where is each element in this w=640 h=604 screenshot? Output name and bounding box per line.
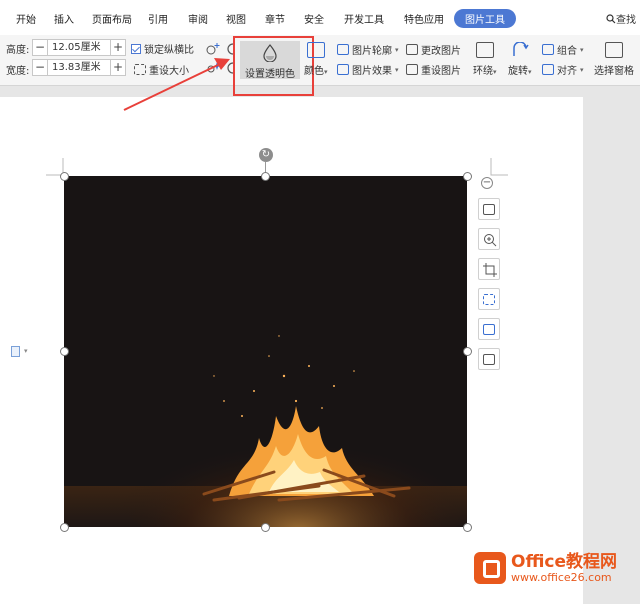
search-label: 查找 [616,15,636,26]
picture-ocr-icon [483,294,495,305]
tab-review[interactable]: 审阅 [188,11,208,26]
outline-icon [337,44,349,55]
width-label: 宽度: [6,66,30,77]
rotate-icon [513,42,529,56]
reset-size-label: 重设大小 [149,66,189,77]
tab-insert[interactable]: 插入 [54,11,74,26]
resize-handle-right[interactable] [463,347,472,356]
reset-size-button[interactable]: 重设大小 [134,62,189,77]
collapse-toolbar-button[interactable]: − [481,177,493,189]
picture-settings-icon [483,354,495,365]
layout-options-icon [483,204,495,215]
zoom-picture-button[interactable] [478,228,500,250]
search-button[interactable]: 查找 [606,11,636,26]
group-icon [542,44,554,55]
resize-handle-top-right[interactable] [463,172,472,181]
campfire-photo[interactable] [64,176,467,527]
checkbox-checked-icon [131,43,141,54]
search-icon [606,14,616,24]
selection-pane-label: 选择窗格 [594,66,634,77]
menu-bar: 开始 插入 页面布局 引用 审阅 视图 章节 安全 开发工具 特色应用 图片工具… [0,0,640,35]
picture-outline-label: 图片轮廓 [352,46,392,57]
rotate-handle[interactable]: ↻ [259,148,273,162]
tab-features[interactable]: 特色应用 [404,11,444,26]
picture-to-text-button[interactable] [478,288,500,310]
picture-effects-label: 图片效果 [352,66,392,77]
image-plus-icon [206,43,220,55]
height-input[interactable]: 12.05厘米 [48,40,110,55]
picture-outline-button[interactable]: 图片轮廓 ▾ [337,42,399,57]
group-button[interactable]: 组合 ▾ [542,42,584,57]
add-icon-button[interactable] [206,43,220,58]
change-picture-icon [406,44,418,55]
campfire-image [64,176,467,527]
selection-pane-button[interactable]: 选择窗格 [594,42,634,77]
wrap-text-icon [475,42,494,58]
height-label: 高度: [6,45,30,56]
tab-references[interactable]: 引用 [148,11,168,26]
paragraph-mark-caret[interactable]: ▾ [24,347,28,355]
crop-button[interactable] [478,258,500,280]
layout-options-button[interactable] [478,198,500,220]
tab-section[interactable]: 章节 [265,11,285,26]
reset-size-icon [134,64,146,75]
resize-handle-bottom-left[interactable] [60,523,69,532]
picture-more-button[interactable] [478,348,500,370]
picture-copy-button[interactable] [478,318,500,340]
lock-ratio-label: 锁定纵横比 [144,45,194,56]
tab-developer[interactable]: 开发工具 [344,11,384,26]
resize-handle-bottom-right[interactable] [463,523,472,532]
paragraph-mark-icon[interactable] [11,346,20,357]
height-stepper[interactable]: − 12.05厘米 + [32,39,126,56]
height-increase-button[interactable]: + [110,40,125,55]
sparkle-icon [207,62,220,73]
tab-page-layout[interactable]: 页面布局 [92,11,132,26]
color-label: 颜色 [304,66,324,77]
rotate-label: 旋转 [508,66,528,77]
wrap-label: 环绕 [473,66,493,77]
width-increase-button[interactable]: + [110,60,125,75]
resize-handle-bottom[interactable] [261,523,270,532]
resize-handle-top[interactable] [261,172,270,181]
width-stepper[interactable]: − 13.83厘米 + [32,59,126,76]
wrap-text-button[interactable]: 环绕▾ [473,42,497,77]
crop-icon [483,263,497,277]
align-icon [542,64,554,75]
rotate-button[interactable]: 旋转▾ [508,42,532,77]
selection-pane-icon [605,42,623,58]
office-logo-icon [474,552,506,584]
color-image-icon [306,42,325,58]
zoom-in-icon [484,234,497,247]
resize-handle-left[interactable] [60,347,69,356]
tab-security[interactable]: 安全 [304,11,324,26]
reset-picture-label: 重设图片 [421,66,461,77]
reset-picture-icon [406,64,418,75]
effects-icon [337,64,349,75]
color-button[interactable]: 颜色▾ [304,42,328,77]
width-decrease-button[interactable]: − [33,60,48,75]
sparkle-icon-button[interactable] [206,62,220,77]
page-corner-mark [490,158,508,176]
align-button[interactable]: 对齐 ▾ [542,62,584,77]
highlight-box [233,36,314,96]
watermark-title: Office教程网 [511,551,618,572]
copy-picture-icon [483,324,495,335]
change-picture-button[interactable]: 更改图片 [406,42,461,57]
width-input[interactable]: 13.83厘米 [48,60,110,75]
tab-view[interactable]: 视图 [226,11,246,26]
lock-ratio-checkbox[interactable]: 锁定纵横比 [131,41,194,56]
reset-picture-button[interactable]: 重设图片 [406,62,461,77]
align-label: 对齐 [557,66,577,77]
picture-effects-button[interactable]: 图片效果 ▾ [337,62,399,77]
change-picture-label: 更改图片 [421,46,461,57]
site-watermark: Office教程网 www.office26.com [474,552,617,584]
group-label: 组合 [557,46,577,57]
watermark-url: www.office26.com [511,570,612,584]
resize-handle-top-left[interactable] [60,172,69,181]
tab-home[interactable]: 开始 [16,11,36,26]
tab-picture-tools[interactable]: 图片工具 [454,9,516,28]
height-decrease-button[interactable]: − [33,40,48,55]
